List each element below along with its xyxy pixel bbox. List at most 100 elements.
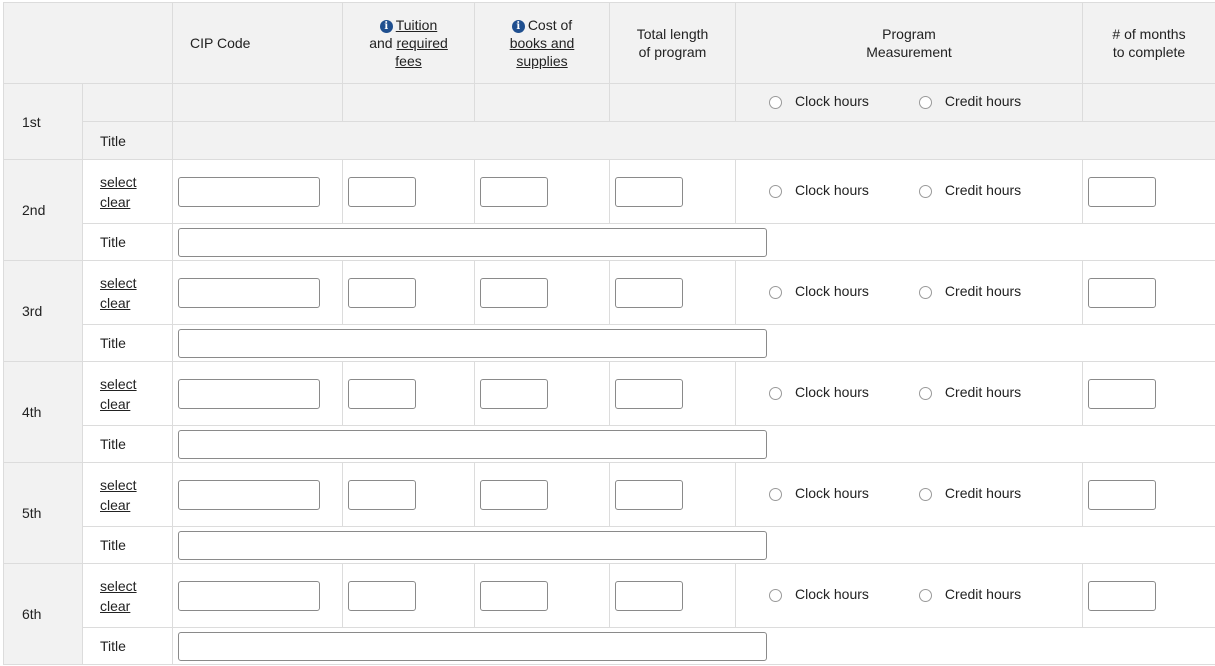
credit-hours-radio[interactable] [918, 387, 932, 400]
credit-hours-radio[interactable] [918, 96, 932, 109]
title-input[interactable] [178, 530, 767, 560]
credit-hours-option[interactable]: Credit hours [918, 485, 1021, 501]
required-link[interactable]: required [396, 35, 447, 51]
cip-code-input[interactable] [178, 277, 320, 308]
row-ordinal: 2nd [3, 159, 83, 261]
credit-hours-option[interactable]: Credit hours [918, 182, 1021, 198]
program-row-5: 5th select clear Clock hours Credit hours [3, 462, 1215, 564]
credit-hours-radio[interactable] [918, 488, 932, 501]
title-input[interactable] [178, 328, 767, 358]
select-link[interactable]: select [100, 275, 137, 291]
months-input[interactable] [1088, 479, 1156, 510]
header-total-length-1: Total length [636, 26, 709, 42]
clear-link[interactable]: clear [100, 396, 130, 412]
header-total-length: Total length of program [609, 2, 736, 84]
credit-hours-radio[interactable] [918, 589, 932, 602]
header-months-2: to complete [1112, 44, 1186, 60]
credit-hours-option[interactable]: Credit hours [918, 93, 1022, 109]
clock-hours-radio[interactable] [769, 488, 782, 501]
row-actions-cell: select clear [82, 361, 173, 426]
title-cell [172, 425, 1215, 463]
tuition-input[interactable] [348, 479, 416, 510]
header-program-measurement-1: Program [882, 26, 936, 42]
clear-link[interactable]: clear [100, 497, 130, 513]
books-input[interactable] [480, 176, 548, 207]
select-link[interactable]: select [100, 376, 137, 392]
info-icon[interactable]: i [511, 20, 525, 33]
months-input[interactable] [1088, 378, 1156, 409]
months-input[interactable] [1088, 176, 1156, 207]
books-input[interactable] [480, 378, 548, 409]
total-length-input[interactable] [615, 176, 683, 207]
title-input[interactable] [178, 429, 767, 459]
cip-code-cell [172, 563, 343, 628]
clear-link[interactable]: clear [100, 194, 130, 210]
info-icon[interactable]: i [379, 20, 393, 33]
tuition-input[interactable] [348, 580, 416, 611]
cip-code-input[interactable] [178, 479, 320, 510]
clock-hours-radio[interactable] [769, 96, 782, 109]
tuition-input[interactable] [348, 176, 416, 207]
tuition-cell [342, 260, 475, 325]
books-and-link[interactable]: books and [510, 35, 575, 51]
months-cell [1082, 563, 1215, 628]
credit-hours-radio[interactable] [918, 286, 932, 299]
tuition-input[interactable] [348, 277, 416, 308]
program-row-2: 2nd select clear Clock hours Credit hours [3, 159, 1215, 261]
clock-hours-radio[interactable] [769, 387, 782, 400]
select-link[interactable]: select [100, 477, 137, 493]
clock-hours-option[interactable]: Clock hours [769, 182, 869, 198]
program-row-4: 4th select clear Clock hours Credit hours [3, 361, 1215, 463]
cip-code-cell [172, 159, 343, 224]
clock-hours-option[interactable]: Clock hours [769, 485, 869, 501]
months-input[interactable] [1088, 277, 1156, 308]
books-input[interactable] [480, 580, 548, 611]
clock-hours-option[interactable]: Clock hours [769, 586, 869, 602]
fees-link[interactable]: fees [395, 53, 421, 69]
books-input[interactable] [480, 479, 548, 510]
title-label: Title [82, 425, 173, 463]
select-link[interactable]: select [100, 578, 137, 594]
clock-hours-radio[interactable] [769, 286, 782, 299]
clock-hours-radio[interactable] [769, 589, 782, 602]
credit-hours-radio[interactable] [918, 185, 932, 198]
total-length-input[interactable] [615, 580, 683, 611]
clock-hours-option[interactable]: Clock hours [769, 384, 869, 400]
credit-hours-option[interactable]: Credit hours [918, 586, 1021, 602]
header-blank [3, 2, 173, 84]
total-length-input[interactable] [615, 277, 683, 308]
cip-code-cell [172, 462, 343, 527]
row-ordinal: 5th [3, 462, 83, 564]
cip-code-cell [172, 260, 343, 325]
cip-code-input[interactable] [178, 176, 320, 207]
title-input[interactable] [178, 631, 767, 661]
total-length-input[interactable] [615, 378, 683, 409]
supplies-link[interactable]: supplies [516, 53, 567, 69]
row-ordinal: 3rd [3, 260, 83, 362]
title-input[interactable] [178, 227, 767, 257]
credit-hours-label: Credit hours [944, 93, 1022, 109]
title-row-3: Title [4, 324, 1215, 362]
cip-code-input[interactable] [178, 580, 320, 611]
title-row-2: Title [4, 223, 1215, 261]
total-length-cell [609, 462, 736, 527]
select-link[interactable]: select [100, 174, 137, 190]
clock-hours-option[interactable]: Clock hours [769, 93, 869, 109]
months-input[interactable] [1088, 580, 1156, 611]
credit-hours-option[interactable]: Credit hours [918, 283, 1021, 299]
program-row-1: 1st Clock hours Credit hours [3, 83, 1215, 160]
total-length-input[interactable] [615, 479, 683, 510]
row-ordinal: 4th [3, 361, 83, 463]
tuition-link[interactable]: Tuition [396, 17, 438, 33]
clear-link[interactable]: clear [100, 598, 130, 614]
books-cell [474, 462, 610, 527]
credit-hours-option[interactable]: Credit hours [918, 384, 1021, 400]
clock-hours-radio[interactable] [769, 185, 782, 198]
cip-code-input[interactable] [178, 378, 320, 409]
books-input[interactable] [480, 277, 548, 308]
clear-link[interactable]: clear [100, 295, 130, 311]
clock-hours-option[interactable]: Clock hours [769, 283, 869, 299]
header-months: # of months to complete [1082, 2, 1215, 84]
header-months-1: # of months [1112, 26, 1186, 42]
tuition-input[interactable] [348, 378, 416, 409]
